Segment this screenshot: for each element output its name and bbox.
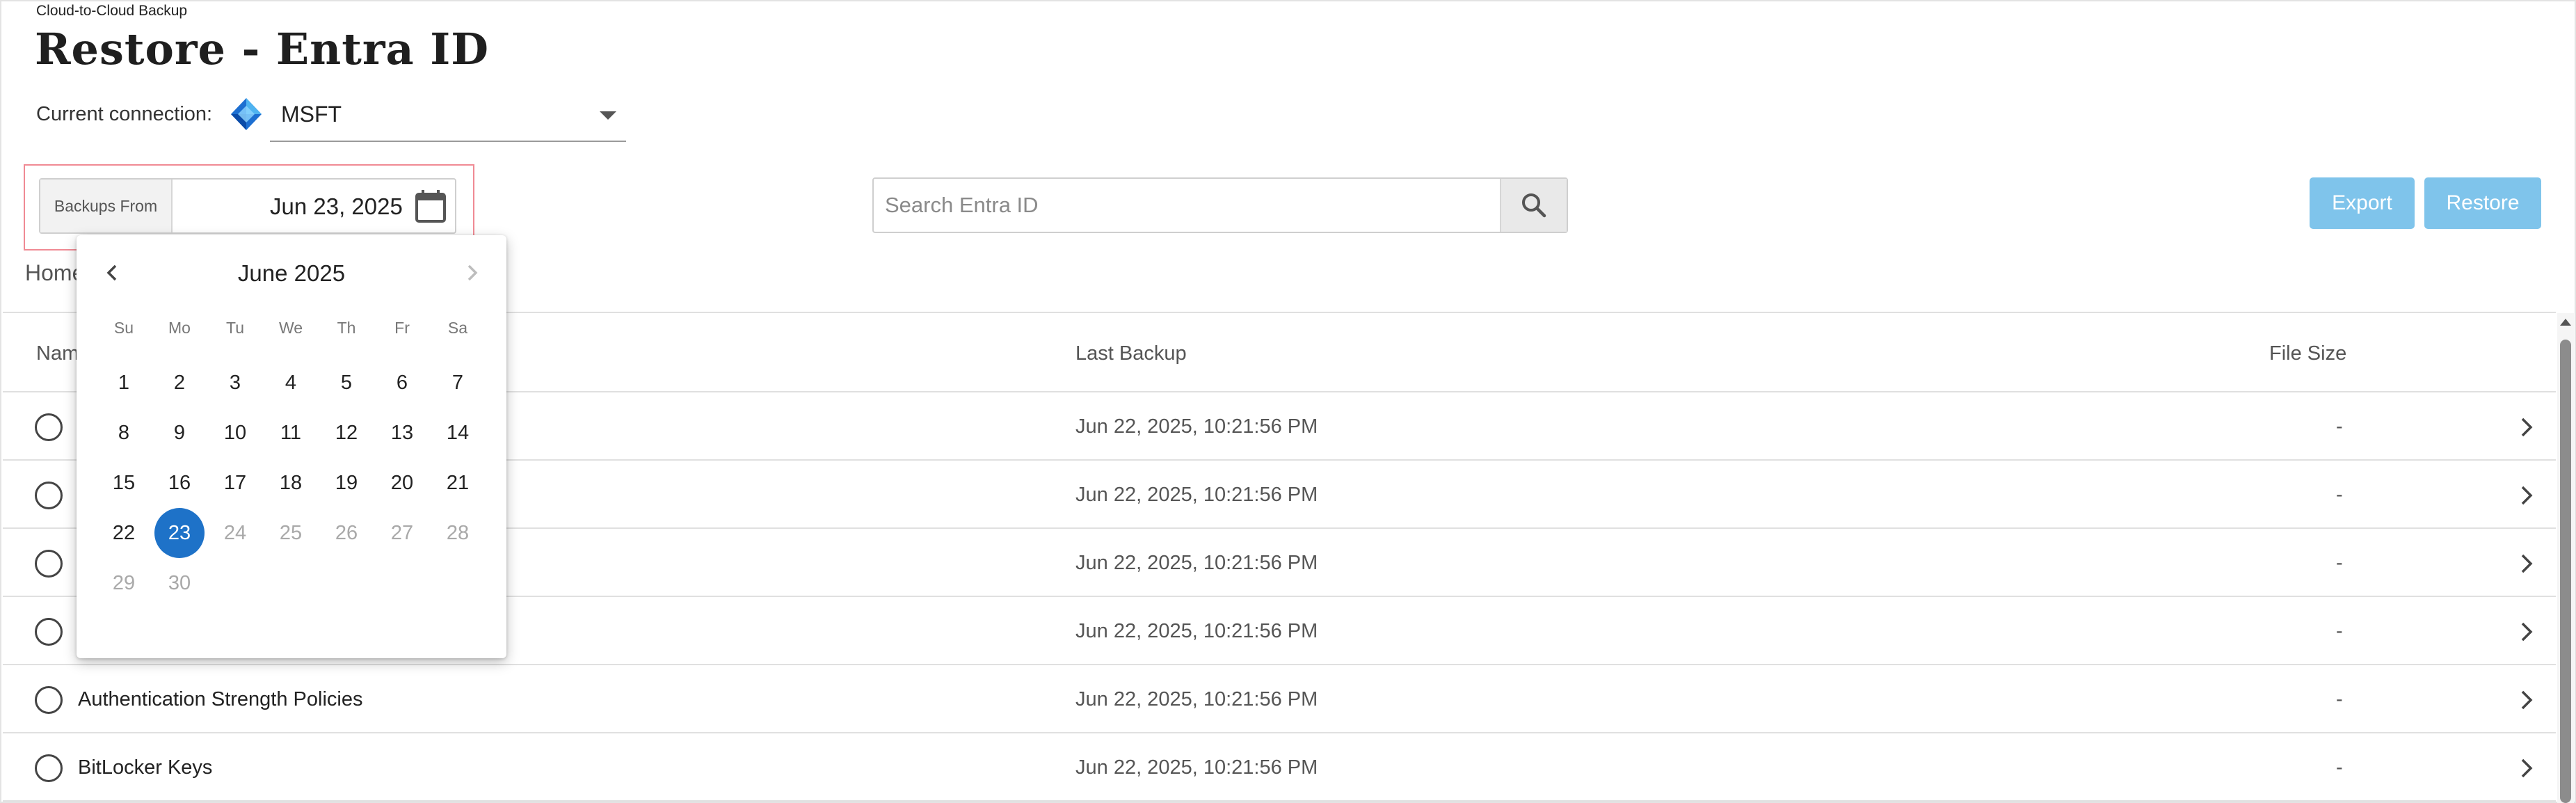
calendar-day[interactable]: 8 (99, 408, 149, 458)
weekday-label: Fr (394, 319, 410, 337)
calendar-day: 29 (112, 572, 136, 594)
azure-logo-icon (231, 98, 262, 130)
row-radio[interactable] (35, 482, 63, 509)
calendar-day[interactable]: 11 (266, 408, 316, 458)
calendar-day[interactable]: 16 (154, 458, 205, 508)
backups-from-value[interactable]: Jun 23, 2025 (270, 193, 403, 220)
calendar-day[interactable]: 22 (99, 508, 149, 558)
calendar-day: 24 (223, 522, 247, 544)
row-last-backup: Jun 22, 2025, 10:21:56 PM (1075, 484, 1318, 506)
calendar-day[interactable]: 14 (433, 408, 483, 458)
chevron-right-icon[interactable] (2514, 687, 2539, 713)
row-last-backup: Jun 22, 2025, 10:21:56 PM (1075, 552, 1318, 574)
calendar-day: 28 (446, 522, 470, 544)
calendar-day[interactable]: 18 (266, 458, 316, 508)
row-radio[interactable] (35, 754, 63, 782)
row-radio[interactable] (35, 686, 63, 714)
caret-down-icon (600, 111, 616, 120)
chevron-right-icon (467, 264, 478, 281)
scroll-up-arrow-icon[interactable] (2560, 319, 2571, 326)
row-file-size: - (2336, 620, 2343, 642)
calendar-day[interactable]: 7 (433, 358, 483, 408)
connection-select[interactable]: MSFT (270, 90, 626, 142)
row-last-backup: Jun 22, 2025, 10:21:56 PM (1075, 415, 1318, 438)
row-radio[interactable] (35, 550, 63, 578)
table-scrollbar[interactable] (2557, 313, 2574, 803)
calendar-day[interactable]: 10 (210, 408, 260, 458)
weekday-label: We (278, 319, 303, 337)
app-title: Cloud-to-Cloud Backup (36, 3, 188, 19)
weekday-label: Tu (226, 319, 244, 337)
search-box (872, 177, 1568, 233)
calendar-day: 26 (335, 522, 358, 544)
weekday-label: Mo (168, 319, 191, 337)
calendar-day[interactable]: 17 (210, 458, 260, 508)
export-button[interactable]: Export (2310, 177, 2415, 229)
search-input[interactable] (874, 179, 1503, 232)
calendar-day: 30 (168, 572, 191, 594)
calendar-day[interactable]: 9 (154, 408, 205, 458)
column-header-last-backup[interactable]: Last Backup (1075, 342, 1187, 365)
table-row[interactable]: BitLocker Keys Jun 22, 2025, 10:21:56 PM… (3, 733, 2556, 802)
search-icon (1522, 193, 1546, 218)
calendar-day[interactable]: 2 (154, 358, 205, 408)
calendar-day[interactable]: 19 (321, 458, 371, 508)
backups-from-date-field[interactable]: Backups From Jun 23, 2025 (39, 178, 456, 234)
row-file-size: - (2336, 688, 2343, 710)
datepicker-month-label: June 2025 (237, 260, 346, 286)
calendar-day: 27 (390, 522, 414, 544)
chevron-right-icon[interactable] (2514, 619, 2539, 644)
row-name: BitLocker Keys (78, 756, 213, 779)
connection-value: MSFT (281, 102, 342, 127)
backups-from-label: Backups From (40, 180, 173, 232)
weekday-label: Su (113, 319, 134, 337)
chevron-right-icon[interactable] (2514, 483, 2539, 508)
calendar-day[interactable]: 21 (433, 458, 483, 508)
calendar-day[interactable]: 6 (377, 358, 427, 408)
calendar-day[interactable]: 20 (377, 458, 427, 508)
calendar-day[interactable]: 12 (321, 408, 371, 458)
breadcrumb-home[interactable]: Home (25, 260, 84, 286)
row-last-backup: Jun 22, 2025, 10:21:56 PM (1075, 620, 1318, 642)
row-last-backup: Jun 22, 2025, 10:21:56 PM (1075, 756, 1318, 779)
page-title: Restore - Entra ID (35, 24, 490, 74)
datepicker-popup: June 2025 Su Mo Tu We Th Fr Sa 1 2 3 4 5 6 7 8 9 10 11 12 1… (77, 235, 506, 658)
row-file-size: - (2336, 552, 2343, 574)
weekday-label: Sa (447, 319, 468, 337)
calendar-day[interactable]: 1 (99, 358, 149, 408)
calendar-day: 25 (279, 522, 303, 544)
calendar-day[interactable]: 13 (377, 408, 427, 458)
chevron-right-icon[interactable] (2514, 551, 2539, 576)
column-header-file-size[interactable]: File Size (2269, 342, 2346, 365)
calendar-day-selected[interactable]: 23 (154, 508, 205, 558)
calendar-day[interactable]: 4 (266, 358, 316, 408)
row-file-size: - (2336, 484, 2343, 506)
restore-button[interactable]: Restore (2424, 177, 2541, 229)
search-button[interactable] (1500, 179, 1567, 232)
weekday-label: Th (337, 319, 356, 337)
connection-label: Current connection: (36, 103, 213, 125)
chevron-right-icon[interactable] (2514, 756, 2539, 781)
table-row[interactable]: Authentication Strength Policies Jun 22,… (3, 665, 2556, 733)
calendar-icon[interactable] (413, 188, 448, 224)
calendar-day[interactable]: 15 (99, 458, 149, 508)
row-file-size: - (2336, 415, 2343, 438)
row-file-size: - (2336, 756, 2343, 779)
calendar-day[interactable]: 3 (210, 358, 260, 408)
calendar-day[interactable]: 5 (321, 358, 371, 408)
scrollbar-thumb[interactable] (2560, 340, 2571, 803)
row-last-backup: Jun 22, 2025, 10:21:56 PM (1075, 688, 1318, 710)
row-radio[interactable] (35, 413, 63, 441)
row-name: Authentication Strength Policies (78, 688, 363, 710)
chevron-right-icon[interactable] (2514, 415, 2539, 440)
row-radio[interactable] (35, 618, 63, 646)
